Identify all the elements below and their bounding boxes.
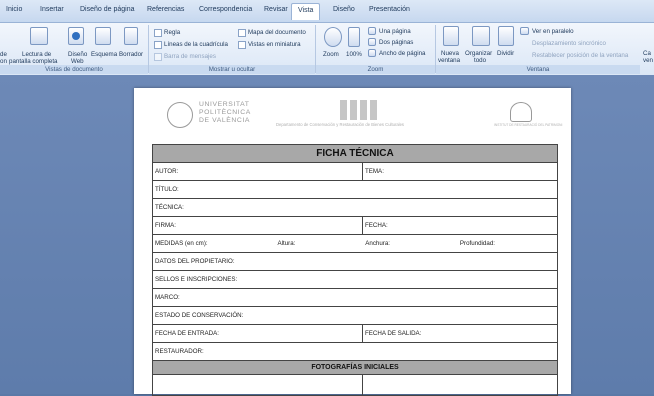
mapa-checkbox[interactable] [238,29,246,37]
firma-field[interactable]: FIRMA: [152,216,363,235]
institute-logo [510,102,532,122]
esquema-button[interactable]: Esquema [91,51,117,58]
barra-label: Barra de mensajes [164,53,216,60]
lineas-checkbox[interactable] [154,41,162,49]
tema-field[interactable]: TEMA: [362,162,558,181]
restablecer-posicion-button[interactable]: Restablecer posición de la ventana [532,52,628,59]
institute-name: INSTITUT DE RESTAURACIÓ DEL PATRIMONI [494,123,563,127]
profundidad-label: Profundidad: [459,240,495,247]
altura-label: Altura: [277,240,296,247]
marco-field[interactable]: MARCO: [152,288,558,307]
group-ventana: Ventana [436,65,640,74]
tab-correspondencia[interactable]: Correspondencia [199,6,252,13]
group-vistas-documento: Vistas de documento [0,65,148,74]
una-pagina-button[interactable]: Una página [379,28,411,35]
group-zoom: Zoom [316,65,435,74]
tab-diseno-pagina[interactable]: Diseño de página [80,6,135,13]
nueva-ventana-label-2: ventana [438,57,461,64]
lineas-label: Líneas de la cuadrícula [164,41,228,48]
regla-checkbox[interactable] [154,29,162,37]
tecnica-field[interactable]: TÉCNICA: [152,198,558,217]
fecha-field[interactable]: FECHA: [362,216,558,235]
dos-paginas-button[interactable]: Dos páginas [379,39,413,46]
department-logo [340,100,347,120]
autor-field[interactable]: AUTOR: [152,162,363,181]
side-by-side-icon [520,27,529,35]
university-name-line-1: UNIVERSITAT [199,101,250,108]
department-logo [370,100,377,120]
tab-revisar[interactable]: Revisar [264,6,288,13]
draft-icon[interactable] [124,27,138,45]
two-pages-icon [368,38,376,46]
ancho-pagina-button[interactable]: Ancho de página [379,50,425,57]
fecha-entrada-field[interactable]: FECHA DE ENTRADA: [152,324,363,343]
cut-label-left-1: de [0,51,7,58]
photo-cell-right[interactable] [362,374,558,396]
cut-label-right-2: ven [643,57,653,64]
university-name-line-3: DE VALÈNCIA [199,117,251,124]
tab-diseno[interactable]: Diseño [333,6,355,13]
hundred-percent-icon[interactable] [348,27,360,47]
vistas-miniatura-checkbox[interactable] [238,41,246,49]
arrange-all-icon[interactable] [472,26,490,46]
estado-field[interactable]: ESTADO DE CONSERVACIÓN: [152,306,558,325]
ribbon-tab-bar: Inicio Insertar Diseño de página Referen… [0,0,654,23]
organizar-todo-button[interactable]: Organizar [465,50,492,57]
zoom-100-button[interactable]: 100% [346,51,362,58]
new-window-icon[interactable] [443,26,459,46]
anchura-label: Anchura: [365,240,391,247]
outline-icon[interactable] [95,27,111,45]
lectura-button[interactable]: Lectura de [22,51,51,58]
medidas-row[interactable]: MEDIDAS (en cm): Altura: Anchura: Profun… [152,234,558,253]
group-mostrar-ocultar: Mostrar u ocultar [149,65,315,74]
cut-label-right-1: Ca [643,50,651,57]
photo-cell-left[interactable] [152,374,363,396]
ficha-tecnica-title: FICHA TÉCNICA [152,144,558,163]
fecha-salida-field[interactable]: FECHA DE SALIDA: [362,324,558,343]
department-logo [360,100,367,120]
ribbon: de on Lectura de pantalla completa Diseñ… [0,22,654,76]
full-screen-reading-icon[interactable] [30,27,48,45]
university-name-line-2: POLITÈCNICA [199,109,251,116]
vistas-miniatura-label: Vistas en miniatura [248,41,301,48]
diseno-web-label-2: Web [71,58,84,65]
restaurador-field[interactable]: RESTAURADOR: [152,342,558,361]
document-page[interactable]: UNIVERSITAT POLITÈCNICA DE VALÈNCIA Depa… [134,88,571,396]
zoom-button[interactable]: Zoom [323,51,339,58]
diseno-web-button[interactable]: Diseño [68,51,87,58]
dividir-button[interactable]: Dividir [497,50,514,57]
cut-label-left-2: on [0,58,7,65]
web-layout-icon[interactable] [68,27,84,45]
desplazamiento-sincronico-button[interactable]: Desplazamiento sincrónico [532,40,606,47]
zoom-magnifier-icon[interactable] [324,27,342,47]
fotografias-title: FOTOGRAFÍAS INICIALES [152,360,558,375]
split-window-icon[interactable] [498,26,514,46]
university-seal-logo [167,102,193,128]
department-name: Departamento de Conservación y Restaurac… [276,122,405,127]
tab-referencias[interactable]: Referencias [147,6,184,13]
globe-icon [72,32,80,40]
tab-vista[interactable]: Vista [291,3,321,20]
ficha-tecnica-table: FICHA TÉCNICA AUTOR: TEMA: TÍTULO: TÉCNI… [152,144,558,396]
medidas-label: MEDIDAS (en cm): [155,240,208,247]
one-page-icon [368,27,376,35]
ver-paralelo-button[interactable]: Ver en paralelo [532,28,574,35]
tab-insertar[interactable]: Insertar [40,6,64,13]
tab-presentacion[interactable]: Presentación [369,6,410,13]
borrador-button[interactable]: Borrador [119,51,143,58]
regla-label: Regla [164,29,181,36]
organizar-todo-label-2: todo [474,57,487,64]
page-width-icon [368,49,376,57]
propietario-field[interactable]: DATOS DEL PROPIETARIO: [152,252,558,271]
pantalla-completa-label: pantalla completa [9,58,58,65]
titulo-field[interactable]: TÍTULO: [152,180,558,199]
tab-inicio[interactable]: Inicio [6,6,22,13]
nueva-ventana-button[interactable]: Nueva [441,50,459,57]
department-logo [350,100,357,120]
sellos-field[interactable]: SELLOS E INSCRIPCIONES: [152,270,558,289]
barra-checkbox[interactable] [154,53,162,61]
mapa-label: Mapa del documento [248,29,306,36]
